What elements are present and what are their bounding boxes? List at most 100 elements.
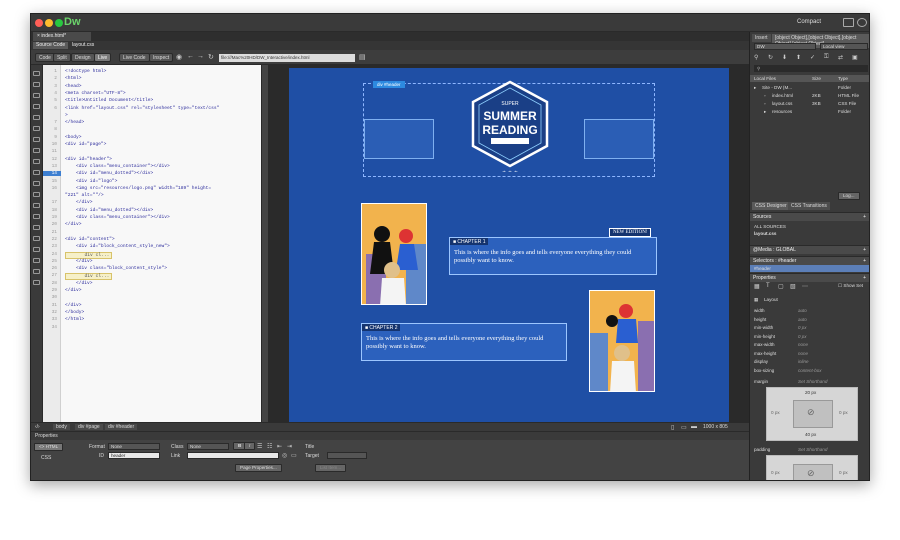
refresh-icon[interactable]: ↻ xyxy=(768,54,773,61)
line-number[interactable]: 19 xyxy=(43,215,57,220)
padding-row[interactable]: padding Set Shorthand xyxy=(750,446,869,453)
margin-box-model[interactable]: 20 px 0 px 0 px ⊘ 40 px xyxy=(766,387,858,441)
browse-folder-icon[interactable]: ▭ xyxy=(291,452,297,459)
margin-bottom-value[interactable]: 40 px xyxy=(805,432,816,437)
file-row[interactable]: ▫ index.html 2KB HTML File xyxy=(750,92,869,99)
close-window-button[interactable] xyxy=(35,19,43,27)
selectors-section[interactable]: Selectors : #header + xyxy=(750,256,869,265)
split-divider[interactable] xyxy=(261,65,269,422)
ordered-list-icon[interactable]: ☷ xyxy=(267,443,272,450)
log-button[interactable]: Log... xyxy=(838,192,860,200)
line-number[interactable]: 8 xyxy=(43,127,57,132)
code-line[interactable]: <div id="page"> xyxy=(65,142,106,147)
line-number[interactable]: 9 xyxy=(43,135,57,140)
background-category-icon[interactable]: ▧ xyxy=(790,283,796,290)
css-mode-button[interactable]: CSS xyxy=(41,455,51,461)
line-number[interactable]: 18 xyxy=(43,208,57,213)
format-source-icon[interactable] xyxy=(33,280,40,285)
line-number[interactable]: 11 xyxy=(43,149,57,154)
padding-hint[interactable]: Set Shorthand xyxy=(798,447,827,452)
select-parent-tag-icon[interactable] xyxy=(33,115,40,120)
col-type[interactable]: Type xyxy=(838,76,848,81)
css-property-value[interactable]: 0 px xyxy=(798,325,807,330)
line-number[interactable]: 6 xyxy=(43,106,57,111)
line-number[interactable]: 15 xyxy=(43,179,57,184)
document-tab[interactable]: × index.html* xyxy=(33,32,91,41)
related-file-layout-css[interactable]: layout.css xyxy=(69,42,97,49)
outdent-icon[interactable] xyxy=(33,269,40,274)
wrap-tag-icon[interactable] xyxy=(33,225,40,230)
file-row[interactable]: ▫ layout.css 3KB CSS File xyxy=(750,100,869,107)
menu-container-left[interactable] xyxy=(364,119,434,159)
mobile-size-icon[interactable]: ▯ xyxy=(671,424,674,431)
source-code-button[interactable]: Source Code xyxy=(33,42,69,49)
live-view-button[interactable]: Live xyxy=(94,53,112,62)
add-media-icon[interactable]: + xyxy=(863,247,866,253)
line-number[interactable]: 3 xyxy=(43,84,57,89)
css-property-value[interactable]: auto xyxy=(798,317,807,322)
code-line[interactable]: <div id="menu_dotted"></div> xyxy=(65,208,153,213)
margin-row[interactable]: margin Set Shorthand xyxy=(750,378,869,385)
line-numbers-icon[interactable] xyxy=(33,137,40,142)
move-css-icon[interactable] xyxy=(33,247,40,252)
file-row[interactable]: ▸ resources Folder xyxy=(750,108,869,115)
desktop-size-icon[interactable]: ▬ xyxy=(691,424,697,430)
add-property-icon[interactable]: + xyxy=(863,275,866,281)
element-hud[interactable]: div #header xyxy=(373,81,405,88)
line-number[interactable]: 33 xyxy=(43,317,57,322)
live-code-button[interactable]: Live Code xyxy=(119,53,150,62)
code-line[interactable]: <div id="header"> xyxy=(65,157,112,162)
link-padding-icon[interactable]: ⊘ xyxy=(807,468,815,479)
css-property-value[interactable]: none xyxy=(798,351,808,356)
code-line[interactable]: <title>Untitled Document</title> xyxy=(65,98,153,103)
link-margins-icon[interactable]: ⊘ xyxy=(807,407,815,418)
add-source-icon[interactable]: + xyxy=(863,214,866,220)
code-line[interactable]: <div id="block_content_style_new"> xyxy=(65,244,170,249)
balance-braces-icon[interactable] xyxy=(33,126,40,131)
hidden-chars-icon[interactable] xyxy=(33,192,40,197)
globe-icon[interactable]: ◉ xyxy=(176,53,182,61)
code-line[interactable]: </div> xyxy=(65,200,93,205)
expand-icon[interactable] xyxy=(33,93,40,98)
code-line[interactable]: </head> xyxy=(65,120,84,125)
code-line[interactable]: div cl... xyxy=(65,273,113,281)
code-line[interactable]: <div id="content"> xyxy=(65,237,115,242)
check-out-icon[interactable]: ✓ xyxy=(810,54,815,61)
code-line[interactable]: > xyxy=(65,113,68,118)
line-number[interactable]: 26 xyxy=(43,266,57,271)
line-number[interactable]: 22 xyxy=(43,237,57,242)
line-number[interactable]: 30 xyxy=(43,295,57,300)
sync-icon[interactable]: ⇄ xyxy=(838,54,843,61)
code-line[interactable]: </body> xyxy=(65,310,84,315)
line-number[interactable]: 23 xyxy=(43,244,57,249)
class-select[interactable]: None xyxy=(187,443,229,450)
zoom-window-button[interactable] xyxy=(55,19,63,27)
line-number[interactable]: 12 xyxy=(43,157,57,162)
code-line[interactable]: <html> xyxy=(65,76,82,81)
word-wrap-icon[interactable] xyxy=(33,170,40,175)
code-line[interactable]: <div class="block_content_style"> xyxy=(65,266,167,271)
media-section[interactable]: @Media : GLOBAL + xyxy=(750,245,869,254)
margin-top-value[interactable]: 20 px xyxy=(805,390,816,395)
line-number[interactable]: 25 xyxy=(43,259,57,264)
expand-panel-icon[interactable]: ▣ xyxy=(852,54,858,61)
settings-icon[interactable] xyxy=(857,18,867,27)
address-bar[interactable]: file:///Mac%20HD/DW_Interactive/index.ht… xyxy=(219,54,355,62)
css-property-value[interactable]: none xyxy=(798,342,808,347)
file-management-icon[interactable] xyxy=(33,82,40,87)
chapter-2-block[interactable]: ■ CHAPTER 2 This is where the info goes … xyxy=(361,323,567,361)
col-size[interactable]: Size xyxy=(812,76,821,81)
italic-button[interactable]: I xyxy=(244,442,256,450)
outdent-icon[interactable]: ⇤ xyxy=(277,443,282,450)
code-line[interactable]: </html> xyxy=(65,317,84,322)
padding-left-value[interactable]: 0 px xyxy=(771,470,780,475)
comic-cover-1[interactable] xyxy=(361,203,427,305)
css-property-value[interactable]: auto xyxy=(798,308,807,313)
code-line[interactable]: <link href="layout.css" rel="stylesheet"… xyxy=(65,106,219,111)
layout-category-icon[interactable]: ▦ xyxy=(754,283,760,290)
line-number[interactable]: 16 xyxy=(43,186,57,191)
files-search-input[interactable]: ⚲ xyxy=(754,65,868,72)
css-transitions-tab[interactable]: CSS Transitions xyxy=(788,202,830,210)
uncomment-icon[interactable] xyxy=(33,214,40,219)
refresh-icon[interactable]: ↻ xyxy=(208,53,214,61)
